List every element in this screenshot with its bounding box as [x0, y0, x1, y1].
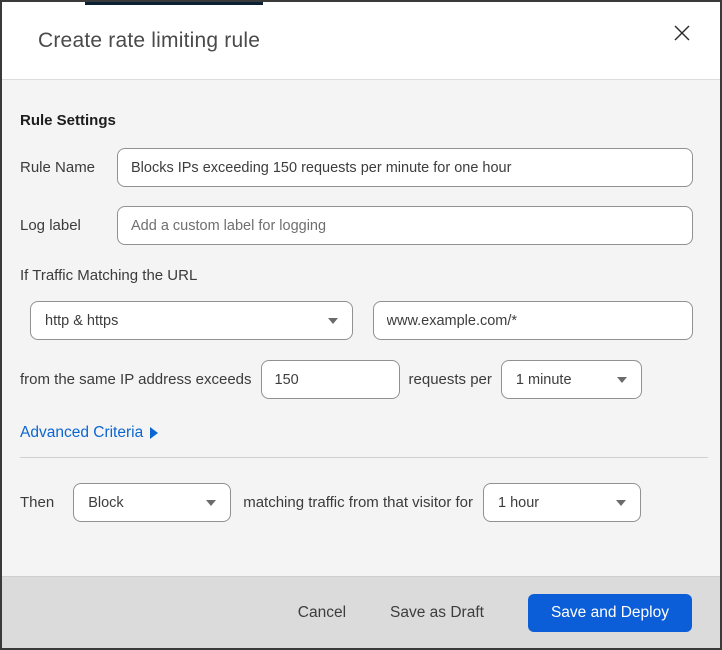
- dialog-body: Rule Settings Rule Name Log label If Tra…: [2, 80, 720, 576]
- chevron-right-icon: [150, 427, 159, 439]
- close-button[interactable]: [668, 21, 696, 49]
- chevron-down-icon: [616, 499, 627, 506]
- threshold-middle-text: requests per: [408, 371, 492, 388]
- log-label-label: Log label: [20, 217, 81, 234]
- action-select-value: Block: [88, 494, 124, 511]
- then-label: Then: [20, 494, 55, 511]
- rule-name-row: Rule Name: [20, 148, 693, 187]
- threshold-prefix-text: from the same IP address exceeds: [20, 371, 252, 388]
- traffic-match-row: http & https: [20, 301, 693, 340]
- chevron-down-icon: [206, 499, 217, 506]
- period-select[interactable]: 1 minute: [500, 360, 642, 399]
- save-as-draft-button[interactable]: Save as Draft: [390, 604, 484, 622]
- action-row: Then Block matching traffic from that vi…: [20, 483, 693, 522]
- url-pattern-input[interactable]: [372, 301, 693, 340]
- dialog-footer: Cancel Save as Draft Save and Deploy: [2, 576, 720, 648]
- rule-name-label: Rule Name: [20, 159, 96, 176]
- threshold-row: from the same IP address exceeds request…: [20, 360, 693, 399]
- traffic-match-intro: If Traffic Matching the URL: [20, 267, 198, 284]
- rule-settings-heading: Rule Settings: [20, 112, 116, 129]
- action-middle-text: matching traffic from that visitor for: [243, 494, 474, 511]
- log-label-row: Log label: [20, 206, 693, 245]
- request-count-input[interactable]: [260, 360, 400, 399]
- dialog-header: Create rate limiting rule: [2, 2, 720, 80]
- advanced-criteria-label: Advanced Criteria: [20, 424, 144, 441]
- scheme-select[interactable]: http & https: [30, 301, 353, 340]
- scheme-select-value: http & https: [45, 312, 119, 329]
- chevron-down-icon: [616, 376, 627, 383]
- action-select[interactable]: Block: [73, 483, 232, 522]
- close-icon: [673, 24, 691, 45]
- duration-select-value: 1 hour: [498, 494, 540, 511]
- section-divider: [20, 457, 708, 458]
- save-and-deploy-button[interactable]: Save and Deploy: [527, 593, 692, 632]
- log-label-input[interactable]: [117, 206, 693, 245]
- period-select-value: 1 minute: [515, 371, 572, 388]
- chevron-down-icon: [327, 317, 338, 324]
- cancel-button[interactable]: Cancel: [298, 604, 346, 622]
- page-title: Create rate limiting rule: [38, 28, 261, 52]
- rule-name-input[interactable]: [117, 148, 693, 187]
- duration-select[interactable]: 1 hour: [483, 483, 642, 522]
- advanced-criteria-link[interactable]: Advanced Criteria: [20, 424, 159, 442]
- create-rate-limiting-rule-dialog: Create rate limiting rule Rule Settings …: [0, 0, 722, 650]
- background-page-fragment: [85, 2, 263, 5]
